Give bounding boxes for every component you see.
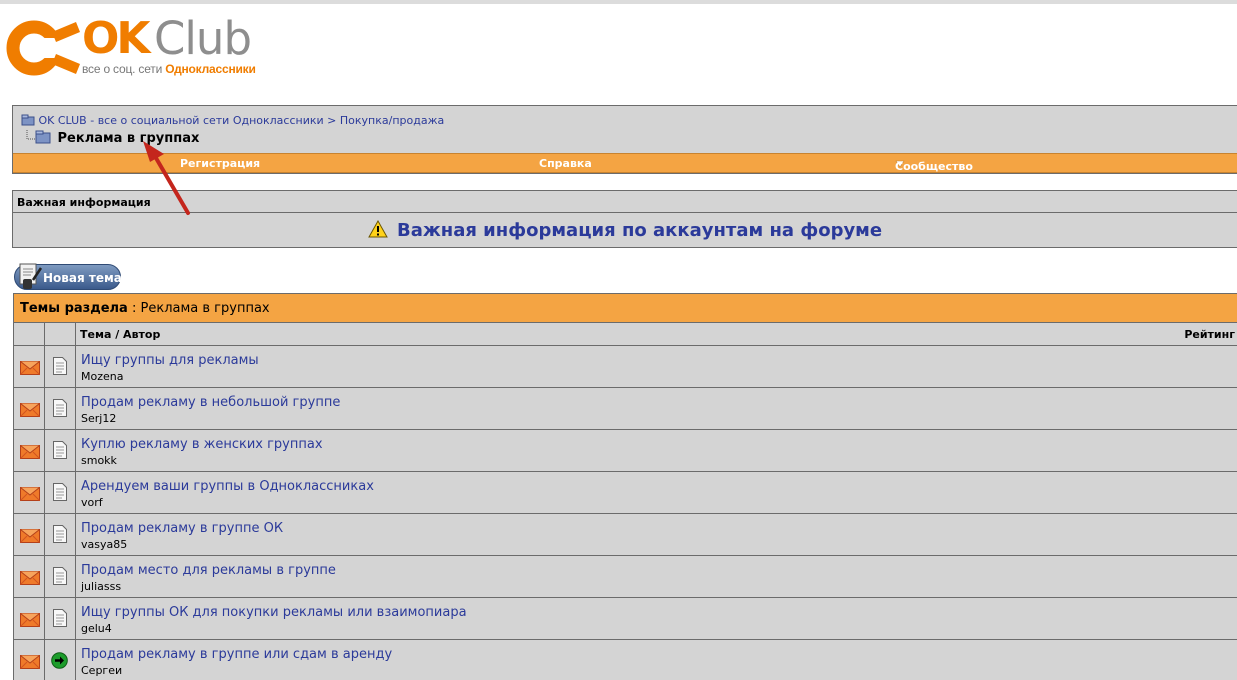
nav-community-menu[interactable]: Сообщество	[895, 157, 973, 173]
thread-row: Продам рекламу в небольшой группе Serj12	[14, 388, 1237, 430]
document-icon	[53, 441, 67, 459]
breadcrumb: OK CLUB - все о социальной сети Одноклас…	[21, 114, 444, 128]
thread-status-cell	[14, 640, 45, 680]
ok-logo-mark-icon	[6, 20, 80, 76]
forum-home-icon	[21, 114, 35, 126]
thread-row: Ищу группы для рекламы Mozena	[14, 346, 1237, 388]
new-posts-envelope-icon	[20, 361, 40, 375]
thread-icon-cell	[45, 430, 76, 471]
document-icon	[53, 567, 67, 585]
thread-title-link[interactable]: Ищу группы для рекламы	[81, 353, 259, 368]
thread-icon-cell	[45, 388, 76, 429]
site-logo[interactable]: OK Club все о соц. сети Одноклассники	[4, 14, 284, 80]
thread-icon-cell	[45, 514, 76, 555]
important-info-header: Важная информация	[13, 191, 1237, 213]
document-icon	[53, 357, 67, 375]
nav-community-label: Сообщество	[895, 160, 973, 173]
thread-author[interactable]: gelu4	[81, 622, 112, 635]
thread-status-cell	[14, 346, 45, 387]
thread-title-link[interactable]: Арендуем ваши группы в Одноклассниках	[81, 479, 374, 494]
thread-title-link[interactable]: Продам место для рекламы в группе	[81, 563, 336, 578]
important-info-body: Важная информация по аккаунтам на форуме	[13, 214, 1237, 247]
new-posts-envelope-icon	[20, 655, 40, 669]
threads-title-forum: Реклама в группах	[140, 301, 270, 316]
breadcrumb-root-link[interactable]: OK CLUB - все о социальной сети Одноклас…	[39, 114, 324, 127]
document-icon	[53, 483, 67, 501]
col-topic-author[interactable]: Тема / Автор	[80, 328, 160, 341]
page-title-text: Реклама в группах	[57, 131, 200, 146]
threads-title-prefix: Темы раздела	[20, 301, 128, 316]
new-posts-envelope-icon	[20, 487, 40, 501]
warning-icon	[368, 220, 388, 238]
navbar: Регистрация Справка Сообщество	[13, 153, 1237, 173]
col-icon	[45, 323, 76, 345]
logo-club-text: Club	[154, 12, 252, 65]
thread-row: Продам рекламу в группе ОК vasya85	[14, 514, 1237, 556]
document-icon	[53, 399, 67, 417]
thread-title-link[interactable]: Продам рекламу в группе ОК	[81, 521, 283, 536]
thread-author[interactable]: vorf	[81, 496, 103, 509]
new-topic-button[interactable]: Новая тема	[14, 263, 122, 290]
thread-title-link[interactable]: Продам рекламу в группе или сдам в аренд…	[81, 647, 392, 662]
thread-title-link[interactable]: Куплю рекламу в женских группах	[81, 437, 323, 452]
important-info-link[interactable]: Важная информация по аккаунтам на форуме	[397, 220, 882, 241]
thread-status-cell	[14, 388, 45, 429]
thread-row: Куплю рекламу в женских группах smokk	[14, 430, 1237, 472]
breadcrumb-parent-link[interactable]: Покупка/продажа	[340, 114, 444, 127]
new-posts-envelope-icon	[20, 445, 40, 459]
green-arrow-icon	[51, 652, 68, 669]
top-strip	[0, 0, 1237, 4]
tree-branch-icon	[26, 130, 51, 144]
breadcrumb-separator: >	[327, 114, 337, 127]
tagline-prefix: все о соц. сети	[82, 62, 163, 76]
thread-author[interactable]: Mozena	[81, 370, 123, 383]
breadcrumb-panel: OK CLUB - все о социальной сети Одноклас…	[12, 105, 1237, 174]
new-posts-envelope-icon	[20, 403, 40, 417]
thread-icon-cell	[45, 640, 76, 680]
logo-tagline: все о соц. сети Одноклассники	[82, 62, 256, 76]
col-status	[14, 323, 45, 345]
nav-help-link[interactable]: Справка	[539, 157, 592, 170]
col-rating[interactable]: Рейтинг	[1184, 328, 1235, 341]
threads-title-sep: :	[127, 301, 141, 316]
nav-register-link[interactable]: Регистрация	[180, 157, 260, 170]
threads-title: Темы раздела : Реклама в группах	[14, 294, 1237, 323]
thread-author[interactable]: smokk	[81, 454, 117, 467]
thread-status-cell	[14, 598, 45, 639]
thread-author[interactable]: Сергеи	[81, 664, 122, 677]
thread-status-cell	[14, 472, 45, 513]
threads-table: Темы раздела : Реклама в группах Тема / …	[13, 293, 1237, 680]
thread-row: Ищу группы ОК для покупки рекламы или вз…	[14, 598, 1237, 640]
thread-row: Продам рекламу в группе или сдам в аренд…	[14, 640, 1237, 680]
thread-status-cell	[14, 514, 45, 555]
tagline-brand: Одноклассники	[165, 62, 256, 76]
important-info-panel: Важная информация Важная информация по а…	[12, 190, 1237, 248]
thread-author[interactable]: vasya85	[81, 538, 127, 551]
thread-icon-cell	[45, 556, 76, 597]
thread-icon-cell	[45, 598, 76, 639]
thread-icon-cell	[45, 346, 76, 387]
logo-ok-text: OK	[82, 13, 150, 64]
threads-column-headers: Тема / Автор Рейтинг	[14, 323, 1237, 346]
threads-rows: Ищу группы для рекламы Mozena Продам рекла…	[14, 346, 1237, 680]
thread-status-cell	[14, 430, 45, 471]
thread-title-link[interactable]: Ищу группы ОК для покупки рекламы или вз…	[81, 605, 467, 620]
page-title: Реклама в группах	[23, 130, 199, 147]
thread-status-cell	[14, 556, 45, 597]
thread-author[interactable]: juliasss	[81, 580, 121, 593]
thread-row: Продам место для рекламы в группе juliass…	[14, 556, 1237, 598]
new-topic-label: Новая тема	[43, 271, 122, 285]
new-posts-envelope-icon	[20, 613, 40, 627]
thread-icon-cell	[45, 472, 76, 513]
document-icon	[53, 609, 67, 627]
thread-row: Арендуем ваши группы в Одноклассниках vor…	[14, 472, 1237, 514]
thread-author[interactable]: Serj12	[81, 412, 116, 425]
new-posts-envelope-icon	[20, 529, 40, 543]
new-topic-icon	[19, 263, 43, 289]
thread-title-link[interactable]: Продам рекламу в небольшой группе	[81, 395, 340, 410]
new-posts-envelope-icon	[20, 571, 40, 585]
document-icon	[53, 525, 67, 543]
